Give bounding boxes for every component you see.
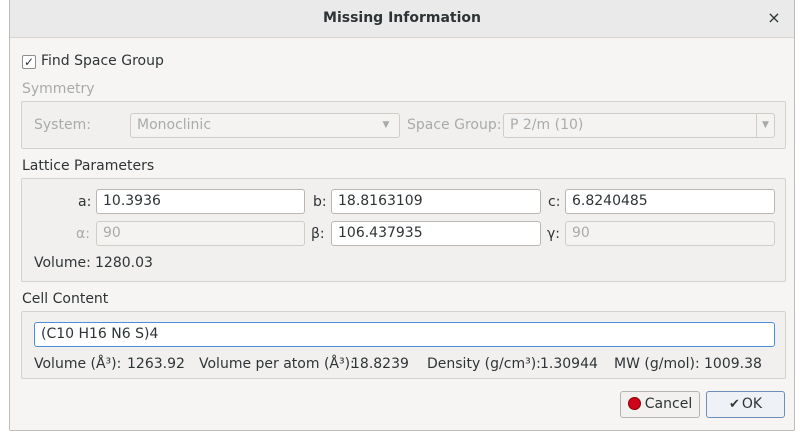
volume-per-atom-value: 18.8239 (351, 356, 409, 372)
cancel-button[interactable]: Cancel (620, 391, 700, 418)
space-group-value: P 2/m (10) (510, 117, 584, 133)
lattice-group-title: Lattice Parameters (22, 158, 155, 174)
lattice-volume-value: 1280.03 (95, 255, 153, 271)
volume-per-atom-label: Volume per atom (Å³): (199, 356, 355, 372)
mw-label: MW (g/mol): (614, 356, 700, 372)
lattice-frame: a: 10.3936 b: 18.8163109 c: 6.8240485 α:… (21, 178, 786, 282)
symmetry-frame: System: Monoclinic ▼ Space Group: P 2/m … (21, 101, 786, 149)
alpha-input[interactable]: 90 (96, 221, 305, 246)
mw-value: 1009.38 (704, 356, 762, 372)
ok-label: OK (741, 396, 763, 412)
formula-input[interactable]: (C10 H16 N6 S)4 (34, 322, 775, 347)
stop-icon (627, 397, 641, 410)
a-input[interactable]: 10.3936 (96, 189, 305, 214)
b-label: b: (313, 194, 327, 210)
density-label: Density (g/cm³): (427, 356, 541, 372)
system-combobox[interactable]: Monoclinic ▼ (130, 113, 400, 138)
cell-content-group-title: Cell Content (22, 291, 109, 307)
symmetry-group-title: Symmetry (22, 81, 95, 97)
space-group-combobox[interactable]: P 2/m (10) ▼ (503, 113, 775, 138)
cancel-label: Cancel (644, 396, 693, 412)
lattice-volume-label: Volume: (34, 255, 91, 271)
find-space-group-label[interactable]: Find Space Group (41, 53, 164, 69)
ok-button[interactable]: ✔ OK (706, 391, 785, 418)
close-icon[interactable]: × (764, 8, 784, 28)
chevron-down-icon[interactable]: ▼ (756, 114, 774, 137)
cell-volume-value: 1263.92 (127, 356, 185, 372)
chevron-down-icon: ▼ (382, 120, 390, 130)
space-group-label: Space Group: (407, 117, 502, 133)
c-input[interactable]: 6.8240485 (565, 189, 775, 214)
cell-volume-label: Volume (Å³): (34, 356, 122, 372)
system-value: Monoclinic (137, 117, 212, 133)
title-bar: Missing Information × (10, 0, 794, 38)
a-label: a: (78, 194, 92, 210)
beta-input[interactable]: 106.437935 (331, 221, 541, 246)
gamma-label: γ: (547, 226, 561, 242)
find-space-group-checkbox[interactable]: ✓ (22, 55, 36, 69)
gamma-input[interactable]: 90 (565, 221, 775, 246)
system-label: System: (34, 117, 91, 133)
alpha-label: α: (76, 226, 90, 242)
missing-information-dialog: Missing Information × ✓ Find Space Group… (9, 0, 795, 431)
density-value: 1.30944 (540, 356, 598, 372)
dialog-title: Missing Information (323, 10, 481, 26)
cell-content-frame: (C10 H16 N6 S)4 Volume (Å³): 1263.92 Vol… (21, 311, 786, 379)
check-hand-icon: ✔ (728, 397, 740, 412)
c-label: c: (548, 194, 561, 210)
beta-label: β: (311, 226, 325, 242)
b-input[interactable]: 18.8163109 (331, 189, 541, 214)
